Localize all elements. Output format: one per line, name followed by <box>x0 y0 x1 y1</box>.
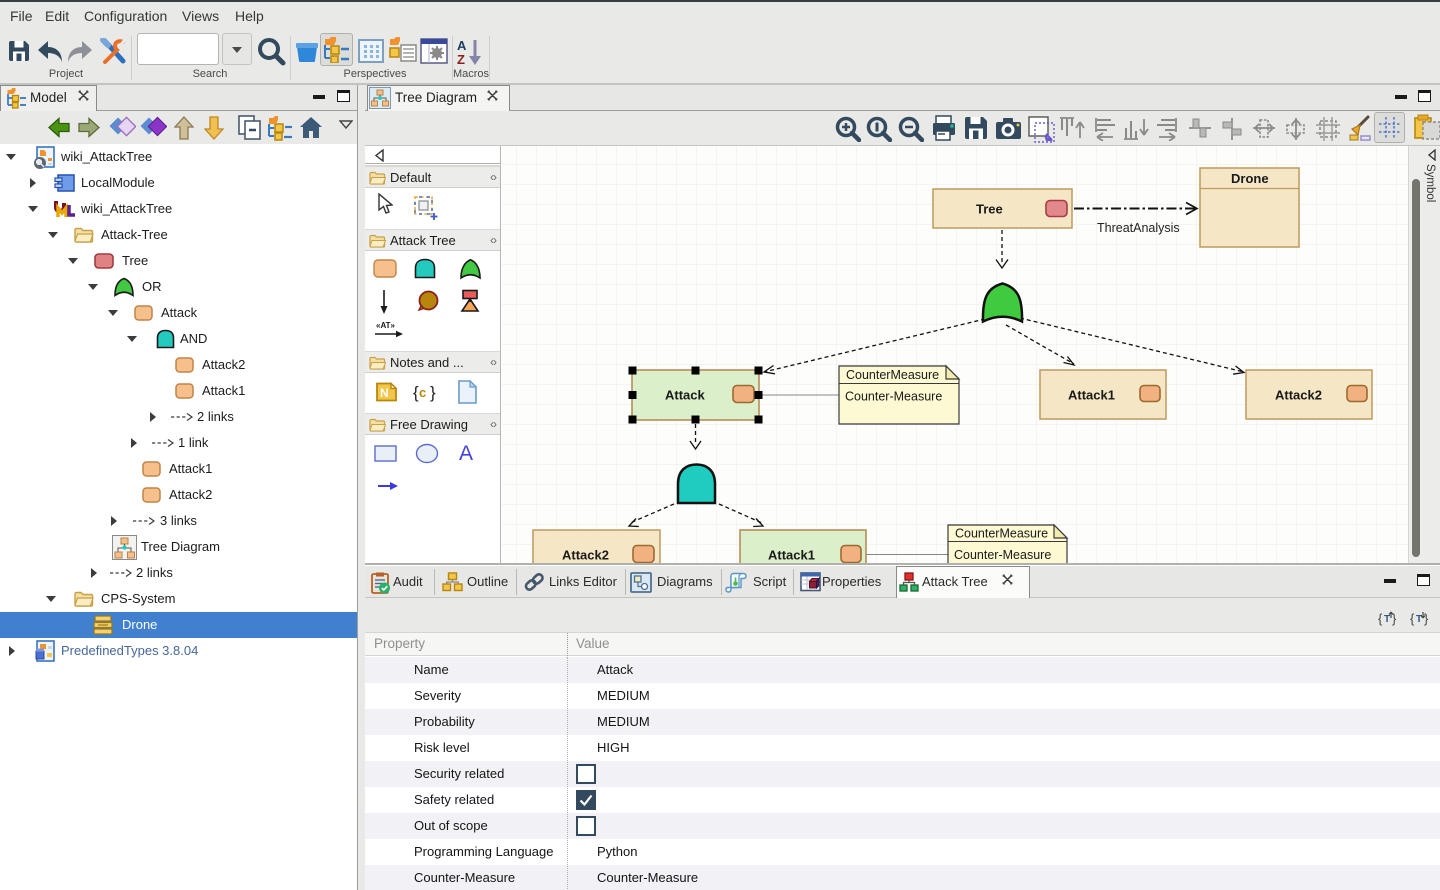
svg-text:T: T <box>1384 614 1390 625</box>
svg-text:Counter-Measure: Counter-Measure <box>954 548 1051 562</box>
svg-text:N: N <box>380 386 389 400</box>
svg-text:Attack1: Attack1 <box>768 548 815 563</box>
svg-text:CounterMeasure: CounterMeasure <box>846 368 939 382</box>
svg-text:A: A <box>457 38 467 53</box>
svg-text:Z: Z <box>457 52 465 66</box>
svg-text:}: } <box>1424 611 1429 626</box>
svg-text:Tree: Tree <box>976 202 1003 217</box>
svg-text:{: { <box>1378 611 1383 626</box>
svg-text:Attack1: Attack1 <box>1068 388 1115 403</box>
svg-text:Attack: Attack <box>665 388 706 403</box>
svg-text:Attack2: Attack2 <box>1275 388 1322 403</box>
svg-text:}: } <box>430 383 436 402</box>
svg-text:CounterMeasure: CounterMeasure <box>955 527 1048 541</box>
svg-text:Counter-Measure: Counter-Measure <box>845 390 942 404</box>
svg-text:Drone: Drone <box>1231 171 1269 186</box>
svg-text:«AT»: «AT» <box>376 321 396 330</box>
svg-text:ThreatAnalysis: ThreatAnalysis <box>1097 221 1180 235</box>
svg-text:Attack2: Attack2 <box>562 548 609 563</box>
svg-text:{: { <box>1410 611 1415 626</box>
svg-text:c: c <box>419 385 426 400</box>
